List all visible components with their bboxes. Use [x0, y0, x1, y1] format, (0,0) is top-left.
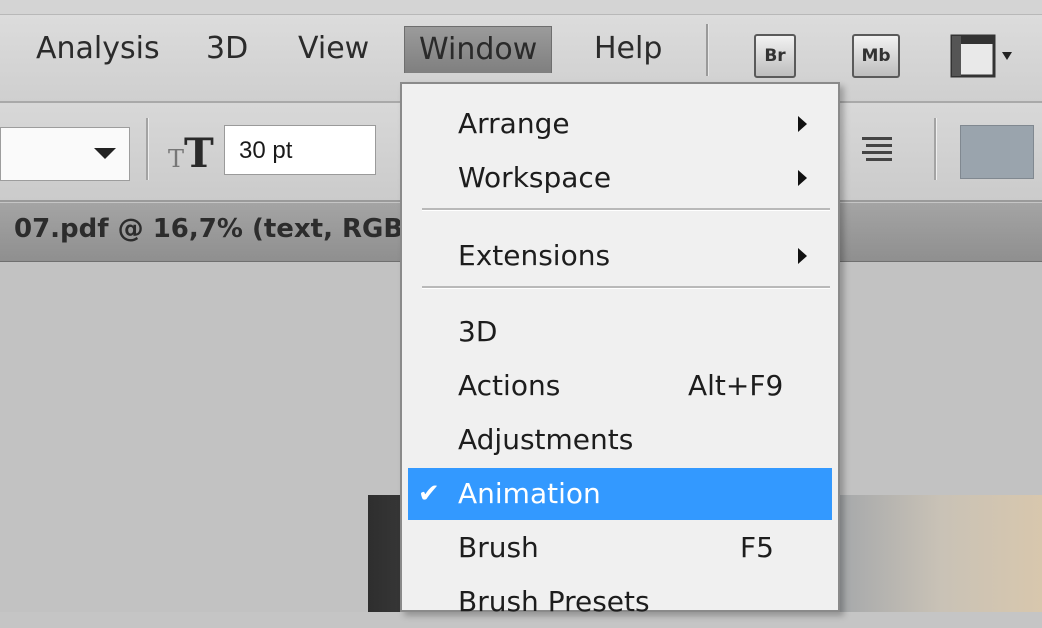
- checkmark-icon: ✔: [418, 479, 440, 509]
- font-size-input[interactable]: 30 pt: [224, 125, 376, 175]
- shortcut-label: Alt+F9: [688, 369, 784, 402]
- submenu-arrow-icon: [798, 170, 807, 186]
- menu-item-actions[interactable]: Actions Alt+F9: [402, 360, 838, 412]
- menu-item-animation[interactable]: ✔ Animation: [408, 468, 832, 520]
- menu-item-extensions[interactable]: Extensions: [402, 230, 838, 282]
- menu-analysis[interactable]: Analysis: [26, 26, 170, 72]
- menu-3d[interactable]: 3D: [196, 26, 258, 72]
- submenu-arrow-icon: [798, 116, 807, 132]
- toolbar-divider-2: [934, 118, 937, 180]
- menu-item-brush[interactable]: Brush F5: [402, 522, 838, 574]
- menu-separator: [422, 208, 830, 211]
- submenu-arrow-icon: [798, 248, 807, 264]
- menu-item-arrange[interactable]: Arrange: [402, 98, 838, 150]
- justify-align-icon[interactable]: [862, 137, 892, 169]
- toolbar-divider: [146, 118, 149, 180]
- font-size-icon: TT: [168, 130, 214, 177]
- menu-item-adjustments[interactable]: Adjustments: [402, 414, 838, 466]
- bridge-icon[interactable]: Br: [754, 34, 796, 78]
- title-strip: [0, 0, 1042, 15]
- mini-bridge-icon[interactable]: Mb: [852, 34, 900, 78]
- menu-item-brush-presets[interactable]: Brush Presets: [402, 576, 838, 628]
- text-color-swatch[interactable]: [960, 125, 1034, 179]
- window-menu-dropdown: Arrange Workspace Extensions 3D Actions …: [400, 82, 840, 618]
- screen-mode-icon[interactable]: [950, 30, 1014, 80]
- document-tab-title[interactable]: 07.pdf @ 16,7% (text, RGB/: [14, 214, 413, 244]
- chevron-down-icon: [94, 148, 116, 159]
- menu-view[interactable]: View: [288, 26, 379, 72]
- font-family-dropdown[interactable]: [0, 127, 130, 181]
- menubar-divider: [706, 24, 709, 76]
- menu-item-workspace[interactable]: Workspace: [402, 152, 838, 204]
- shortcut-label: F5: [740, 531, 774, 564]
- menu-separator: [422, 286, 830, 289]
- menu-window[interactable]: Window: [404, 26, 553, 73]
- menu-item-3d[interactable]: 3D: [402, 306, 838, 358]
- menu-help[interactable]: Help: [584, 26, 672, 72]
